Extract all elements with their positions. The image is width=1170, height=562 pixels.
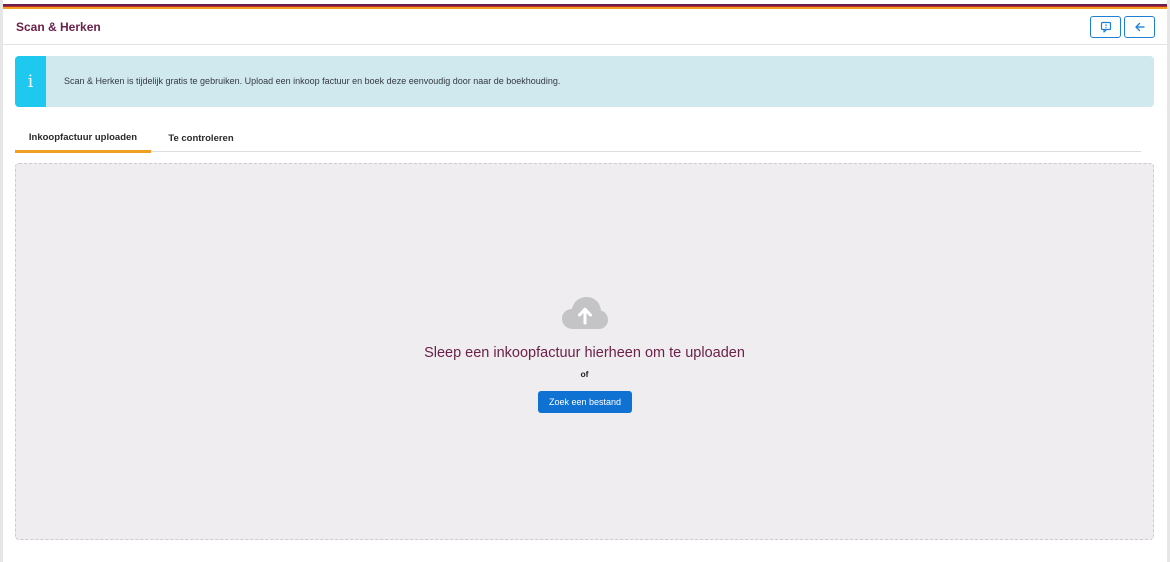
info-banner-text: Scan & Herken is tijdelijk gratis te geb… [64,76,561,86]
info-icon: i [15,56,46,107]
page-title: Scan & Herken [16,20,101,34]
cloud-upload-icon [562,297,608,329]
tab-inkoopfactuur-uploaden[interactable]: Inkoopfactuur uploaden [15,124,151,153]
info-banner: i Scan & Herken is tijdelijk gratis te g… [15,56,1154,107]
dropzone-or: of [580,369,589,379]
tab-te-controleren[interactable]: Te controleren [155,124,247,152]
feedback-button[interactable] [1090,16,1121,38]
page-header: Scan & Herken [3,9,1167,45]
dropzone-title: Sleep een inkoopfactuur hierheen om te u… [424,345,745,361]
app-window: Scan & Herken i Scan & Herken is tijdeli… [3,0,1167,562]
tab-label: Te controleren [168,132,234,144]
tab-label: Inkoopfactuur uploaden [28,131,138,143]
back-button[interactable] [1124,16,1155,38]
browse-file-button[interactable]: Zoek een bestand [538,391,632,413]
tab-bar: Inkoopfactuur uploaden Te controleren [15,124,1141,153]
arrow-left-icon [1134,22,1144,32]
file-dropzone[interactable]: Sleep een inkoopfactuur hierheen om te u… [15,163,1154,540]
feedback-icon [1100,21,1111,33]
